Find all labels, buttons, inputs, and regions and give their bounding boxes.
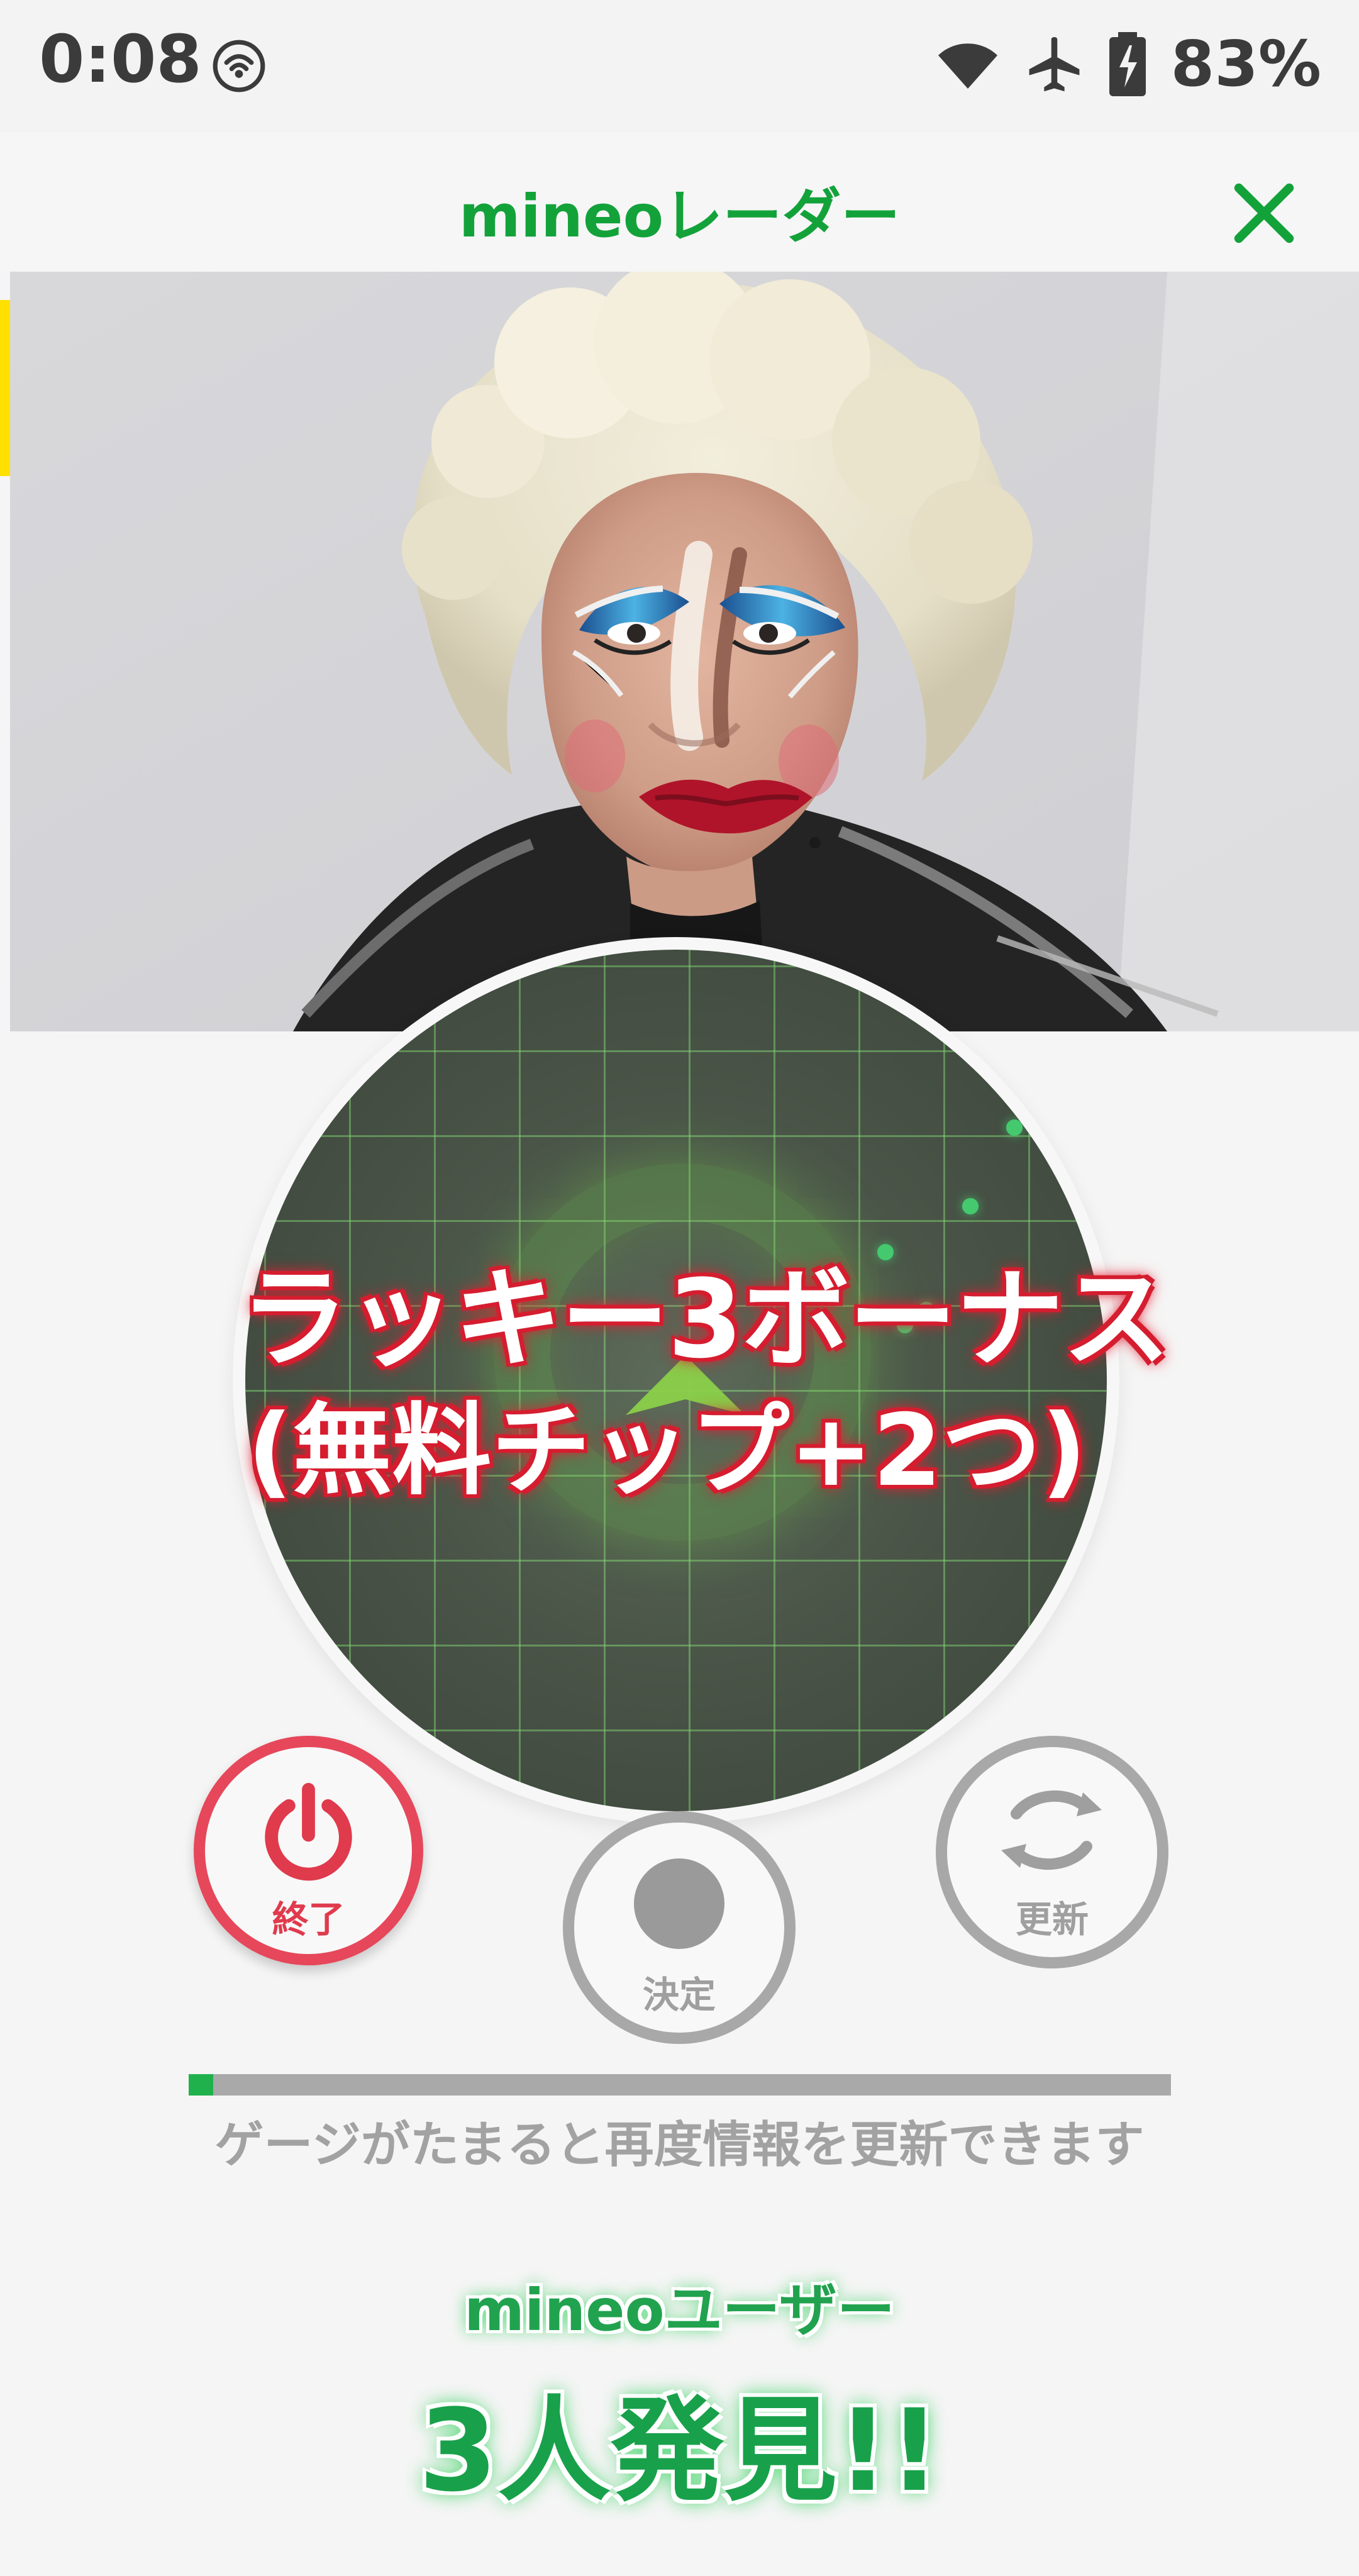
bonus-detail: (無料チップ+2つ) [247,1393,1087,1509]
status-bar: 0:08 83% [0,0,1359,132]
decide-button-label: 決定 [642,1974,716,2016]
refresh-gauge [189,2074,1171,2096]
portrait-photo [10,272,1359,1031]
radar-dot [1006,1119,1023,1136]
airplane-icon [1029,36,1080,91]
wifi-icon [938,43,997,89]
found-users-count: 3人発見!! [418,2385,941,2517]
side-indicator [0,300,10,476]
decide-button[interactable]: 決定 [563,1811,796,2044]
found-users-title: mineoユーザー [464,2277,895,2344]
mineo-radar-screen: 0:08 83% mineoレーダー ラッキー3ボーナス (無料チップ+2つ) … [0,0,1359,2576]
portrait-image [10,272,1359,1031]
battery-percent: 83% [1170,27,1321,101]
refresh-gauge-fill [189,2074,214,2096]
record-dot-icon [634,1858,724,1949]
page-title: mineoレーダー [458,182,901,251]
gauge-message: ゲージがたまると再度情報を更新できます [214,2117,1145,2174]
status-time: 0:08 [39,21,202,97]
hotspot-icon [213,40,265,92]
refresh-icon [1001,1790,1102,1870]
battery-charging-icon [1109,32,1146,96]
close-button[interactable] [1227,176,1301,250]
refresh-button[interactable]: 更新 [936,1736,1168,1968]
end-button[interactable]: 終了 [194,1736,423,1965]
power-icon [265,1782,352,1881]
bonus-overlay: ラッキー3ボーナス (無料チップ+2つ) [0,1264,1359,1502]
radar-dot [962,1198,979,1214]
end-button-label: 終了 [272,1898,345,1941]
refresh-button-label: 更新 [1015,1898,1089,1941]
status-right: 83% [933,26,1321,102]
app-header: mineoレーダー [0,132,1359,272]
close-icon [1234,183,1294,243]
bonus-title: ラッキー3ボーナス [240,1256,1171,1382]
